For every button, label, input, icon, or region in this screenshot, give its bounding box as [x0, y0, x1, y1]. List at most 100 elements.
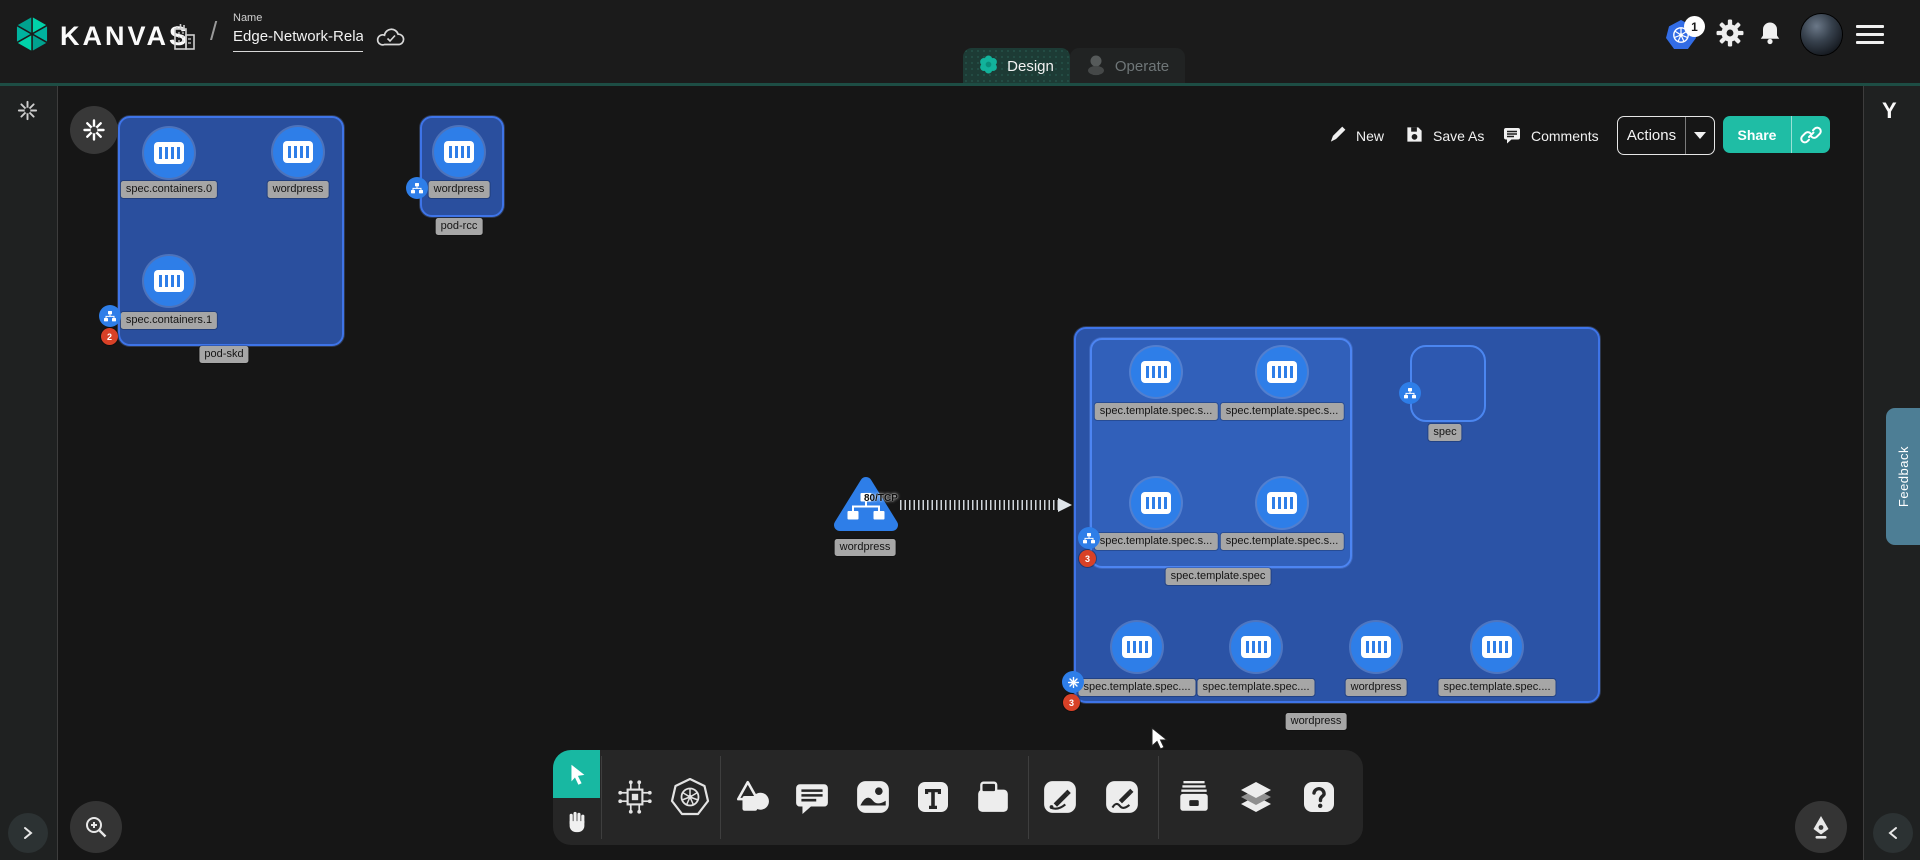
help-tool-button[interactable]	[1296, 774, 1342, 820]
context-count-badge: 1	[1684, 16, 1705, 37]
pan-tool-button[interactable]	[553, 798, 600, 845]
layers-tool-button[interactable]	[1233, 774, 1279, 820]
pencil-scribble-icon	[1104, 779, 1140, 815]
text-icon	[916, 780, 950, 814]
node-label: wordpress	[429, 181, 490, 198]
kanvas-logo-icon	[14, 14, 50, 59]
node-label: spec.template.spec.s...	[1221, 533, 1344, 550]
container-icon	[444, 141, 474, 163]
collapse-right-panel-button[interactable]	[1873, 813, 1913, 853]
copy-link-icon[interactable]	[1792, 124, 1830, 146]
container-node[interactable]	[1231, 622, 1281, 672]
toolbar-divider	[601, 756, 602, 839]
service-edge[interactable]	[900, 500, 1060, 510]
yaml-toggle[interactable]: Y	[1882, 98, 1897, 124]
design-name-label: Name	[233, 12, 262, 24]
pod-kind-badge-icon[interactable]	[99, 305, 121, 327]
kubernetes-tool-button[interactable]	[667, 774, 713, 820]
image-tool-button[interactable]	[850, 774, 896, 820]
user-avatar[interactable]	[1801, 14, 1842, 55]
edge-draw-tool-button[interactable]	[1037, 774, 1083, 820]
comments-button[interactable]: Comments	[1502, 121, 1599, 151]
app-window: KANVAS / Name	[0, 0, 1920, 860]
container-node[interactable]	[1112, 622, 1162, 672]
actions-dropdown-caret[interactable]	[1686, 132, 1714, 139]
container-icon	[1122, 636, 1152, 658]
components-tool-button[interactable]	[612, 774, 658, 820]
chevron-down-icon	[1694, 132, 1706, 139]
comment-icon	[794, 779, 830, 815]
feedback-tab[interactable]: Feedback	[1886, 408, 1920, 545]
design-sync-spinner-icon[interactable]	[16, 99, 39, 122]
container-node[interactable]	[1131, 478, 1181, 528]
share-split-button[interactable]: Share	[1723, 116, 1830, 153]
canvas-snowflake-button[interactable]	[70, 106, 118, 154]
save-as-button[interactable]: Save As	[1405, 121, 1484, 151]
image-icon	[855, 779, 891, 815]
notifications-bell-icon[interactable]	[1758, 20, 1782, 45]
container-node[interactable]	[144, 128, 194, 178]
container-node[interactable]	[1257, 478, 1307, 528]
group-label: wordpress	[1286, 713, 1347, 730]
pod-kind-badge-icon[interactable]	[1078, 527, 1100, 549]
edge-arrowhead-icon	[1058, 498, 1072, 512]
service-node[interactable]	[833, 474, 899, 539]
actions-split-button[interactable]: Actions	[1617, 116, 1715, 155]
design-name-input[interactable]	[233, 28, 363, 52]
node-label: wordpress	[835, 539, 896, 556]
save-floppy-icon	[1405, 125, 1424, 147]
container-icon	[1141, 492, 1171, 514]
spec-node[interactable]	[1410, 345, 1486, 422]
expand-left-panel-button[interactable]	[8, 813, 48, 853]
select-tool-button[interactable]	[553, 750, 600, 798]
tab-operate[interactable]: Operate	[1070, 48, 1185, 85]
tab-design[interactable]: Design	[963, 48, 1070, 85]
container-node[interactable]	[1257, 347, 1307, 397]
container-icon	[1267, 361, 1297, 383]
deployment-kind-badge-icon[interactable]	[1062, 671, 1084, 693]
breadcrumb-separator: /	[210, 16, 217, 47]
settings-gear-icon[interactable]	[1716, 19, 1744, 47]
zoom-button[interactable]	[70, 801, 122, 853]
text-tool-button[interactable]	[910, 774, 956, 820]
pod-kind-badge-icon[interactable]	[406, 177, 428, 199]
note-tool-button[interactable]	[970, 774, 1016, 820]
alert-count-badge[interactable]: 3	[1079, 550, 1096, 567]
container-node[interactable]	[273, 127, 323, 177]
container-icon	[1482, 636, 1512, 658]
save-as-label: Save As	[1433, 128, 1484, 144]
hand-tool-icon	[565, 810, 589, 834]
pen-mode-button[interactable]	[1795, 801, 1847, 853]
freehand-draw-tool-button[interactable]	[1099, 774, 1145, 820]
comment-tool-button[interactable]	[789, 774, 835, 820]
cloud-saved-icon	[376, 26, 406, 49]
circuit-icon	[616, 778, 654, 816]
container-node[interactable]	[434, 127, 484, 177]
pod-kind-badge-icon[interactable]	[1399, 382, 1421, 404]
container-node[interactable]	[1351, 622, 1401, 672]
container-node[interactable]	[1131, 347, 1181, 397]
comments-bubble-icon	[1502, 125, 1522, 148]
question-mark-icon	[1302, 780, 1336, 814]
node-label: spec.template.spec....	[1079, 679, 1196, 696]
hamburger-menu-icon[interactable]	[1856, 25, 1884, 44]
container-node[interactable]	[1472, 622, 1522, 672]
container-icon	[1141, 361, 1171, 383]
operate-tab-icon	[1086, 54, 1106, 80]
alert-count-badge[interactable]: 2	[101, 328, 118, 345]
new-button[interactable]: New	[1328, 121, 1384, 151]
container-node[interactable]	[144, 256, 194, 306]
organization-icon[interactable]	[171, 22, 197, 52]
group-label: pod-skd	[199, 346, 248, 363]
toolbar-divider	[1028, 756, 1029, 839]
shapes-tool-button[interactable]	[729, 774, 775, 820]
design-tab-label: Design	[1007, 58, 1054, 75]
node-label: spec	[1428, 424, 1461, 441]
group-label: pod-rcc	[436, 218, 483, 235]
drawer-tool-button[interactable]	[1171, 774, 1217, 820]
alert-count-badge[interactable]: 3	[1063, 694, 1080, 711]
drawer-icon	[1175, 779, 1213, 815]
canvas-top-divider	[0, 83, 1920, 86]
kanvas-logo[interactable]: KANVAS	[14, 14, 190, 59]
container-icon	[283, 141, 313, 163]
